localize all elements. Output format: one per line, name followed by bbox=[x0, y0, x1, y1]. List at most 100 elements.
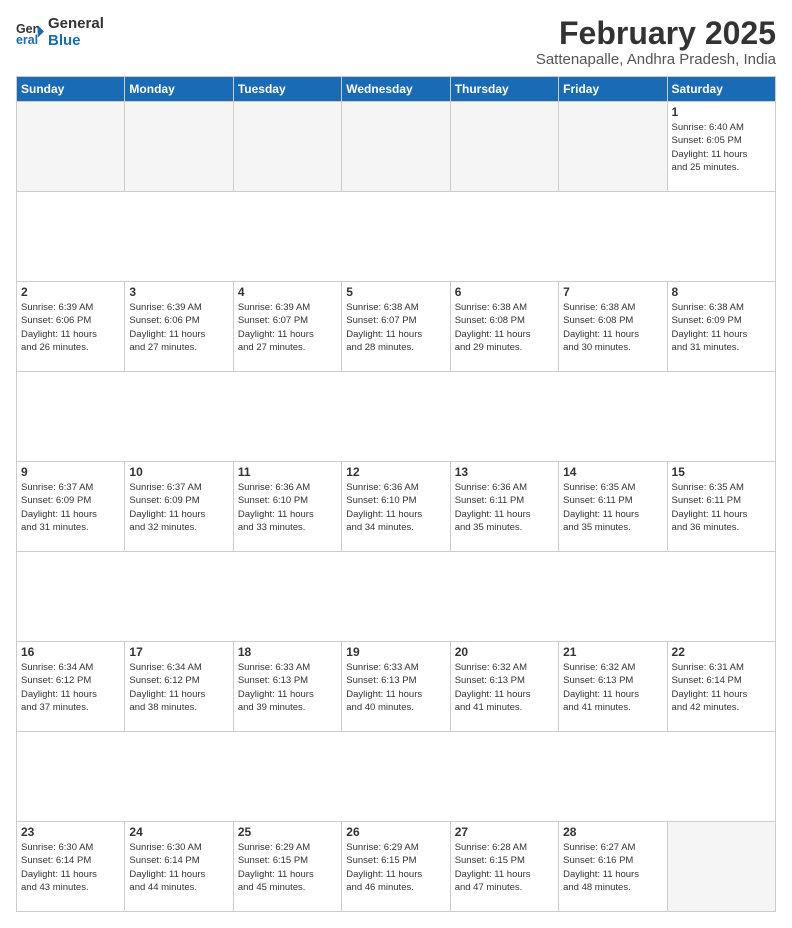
calendar-cell: 2 Sunrise: 6:39 AM Sunset: 6:06 PM Daylig… bbox=[17, 282, 125, 372]
calendar-cell: 27Sunrise: 6:28 AM Sunset: 6:15 PM Dayli… bbox=[450, 822, 558, 912]
calendar-cell bbox=[559, 102, 667, 192]
logo-icon: Gen eral bbox=[16, 19, 44, 47]
day-number: 22 bbox=[672, 645, 771, 659]
day-number: 17 bbox=[129, 645, 228, 659]
calendar-cell: 8 Sunrise: 6:38 AM Sunset: 6:09 PM Daylig… bbox=[667, 282, 775, 372]
logo: Gen eral General Blue bbox=[16, 16, 104, 49]
calendar-cell: 21 Sunrise: 6:32 AM Sunset: 6:13 PM Dayli… bbox=[559, 642, 667, 732]
calendar-cell: 1 Sunrise: 6:40 AM Sunset: 6:05 PM Daylig… bbox=[667, 102, 775, 192]
day-info: Sunrise: 6:32 AM Sunset: 6:13 PM Dayligh… bbox=[563, 661, 662, 714]
calendar-cell: 7 Sunrise: 6:38 AM Sunset: 6:08 PM Daylig… bbox=[559, 282, 667, 372]
day-info: Sunrise: 6:31 AM Sunset: 6:14 PM Dayligh… bbox=[672, 661, 771, 714]
day-number: 14 bbox=[563, 465, 662, 479]
calendar-cell: 3 Sunrise: 6:39 AM Sunset: 6:06 PM Daylig… bbox=[125, 282, 233, 372]
calendar-cell: 26Sunrise: 6:29 AM Sunset: 6:15 PM Dayli… bbox=[342, 822, 450, 912]
calendar-cell bbox=[17, 102, 125, 192]
day-info: Sunrise: 6:34 AM Sunset: 6:12 PM Dayligh… bbox=[21, 661, 120, 714]
day-number: 24 bbox=[129, 825, 228, 839]
header-saturday: Saturday bbox=[667, 77, 775, 102]
day-number: 10 bbox=[129, 465, 228, 479]
calendar-cell: 22 Sunrise: 6:31 AM Sunset: 6:14 PM Dayli… bbox=[667, 642, 775, 732]
calendar-cell: 5 Sunrise: 6:38 AM Sunset: 6:07 PM Daylig… bbox=[342, 282, 450, 372]
calendar-week-3: 16 Sunrise: 6:34 AM Sunset: 6:12 PM Dayli… bbox=[17, 642, 776, 732]
logo-line2: Blue bbox=[48, 33, 104, 50]
day-info: Sunrise: 6:33 AM Sunset: 6:13 PM Dayligh… bbox=[238, 661, 337, 714]
header: Gen eral General Blue February 2025 Satt… bbox=[16, 16, 776, 68]
day-number: 21 bbox=[563, 645, 662, 659]
calendar-cell: 20Sunrise: 6:32 AM Sunset: 6:13 PM Dayli… bbox=[450, 642, 558, 732]
day-number: 1 bbox=[672, 105, 771, 119]
calendar-cell bbox=[233, 102, 341, 192]
logo-line1: General bbox=[48, 16, 104, 33]
day-number: 8 bbox=[672, 285, 771, 299]
day-number: 23 bbox=[21, 825, 120, 839]
day-number: 9 bbox=[21, 465, 120, 479]
day-info: Sunrise: 6:38 AM Sunset: 6:08 PM Dayligh… bbox=[455, 301, 554, 354]
location-title: Sattenapalle, Andhra Pradesh, India bbox=[536, 51, 776, 68]
day-number: 16 bbox=[21, 645, 120, 659]
svg-text:eral: eral bbox=[16, 32, 38, 46]
day-info: Sunrise: 6:28 AM Sunset: 6:15 PM Dayligh… bbox=[455, 841, 554, 894]
day-number: 5 bbox=[346, 285, 445, 299]
day-info: Sunrise: 6:29 AM Sunset: 6:15 PM Dayligh… bbox=[346, 841, 445, 894]
day-number: 4 bbox=[238, 285, 337, 299]
calendar-header-row: SundayMondayTuesdayWednesdayThursdayFrid… bbox=[17, 77, 776, 102]
calendar-week-2: 9 Sunrise: 6:37 AM Sunset: 6:09 PM Daylig… bbox=[17, 462, 776, 552]
calendar-cell bbox=[125, 102, 233, 192]
day-number: 11 bbox=[238, 465, 337, 479]
calendar-week-0: 1 Sunrise: 6:40 AM Sunset: 6:05 PM Daylig… bbox=[17, 102, 776, 192]
day-info: Sunrise: 6:36 AM Sunset: 6:11 PM Dayligh… bbox=[455, 481, 554, 534]
day-number: 25 bbox=[238, 825, 337, 839]
calendar-cell: 14 Sunrise: 6:35 AM Sunset: 6:11 PM Dayli… bbox=[559, 462, 667, 552]
day-info: Sunrise: 6:29 AM Sunset: 6:15 PM Dayligh… bbox=[238, 841, 337, 894]
title-area: February 2025 Sattenapalle, Andhra Prade… bbox=[536, 16, 776, 68]
day-info: Sunrise: 6:35 AM Sunset: 6:11 PM Dayligh… bbox=[672, 481, 771, 534]
day-info: Sunrise: 6:39 AM Sunset: 6:07 PM Dayligh… bbox=[238, 301, 337, 354]
calendar-cell: 25 Sunrise: 6:29 AM Sunset: 6:15 PM Dayli… bbox=[233, 822, 341, 912]
header-wednesday: Wednesday bbox=[342, 77, 450, 102]
calendar-cell: 11Sunrise: 6:36 AM Sunset: 6:10 PM Dayli… bbox=[233, 462, 341, 552]
calendar: SundayMondayTuesdayWednesdayThursdayFrid… bbox=[16, 76, 776, 912]
day-info: Sunrise: 6:35 AM Sunset: 6:11 PM Dayligh… bbox=[563, 481, 662, 534]
day-number: 15 bbox=[672, 465, 771, 479]
day-number: 19 bbox=[346, 645, 445, 659]
day-info: Sunrise: 6:40 AM Sunset: 6:05 PM Dayligh… bbox=[672, 121, 771, 174]
day-number: 13 bbox=[455, 465, 554, 479]
calendar-cell: 12Sunrise: 6:36 AM Sunset: 6:10 PM Dayli… bbox=[342, 462, 450, 552]
calendar-cell: 16 Sunrise: 6:34 AM Sunset: 6:12 PM Dayli… bbox=[17, 642, 125, 732]
week-spacer bbox=[17, 552, 776, 642]
calendar-cell: 9Sunrise: 6:37 AM Sunset: 6:09 PM Daylig… bbox=[17, 462, 125, 552]
day-info: Sunrise: 6:30 AM Sunset: 6:14 PM Dayligh… bbox=[129, 841, 228, 894]
day-number: 7 bbox=[563, 285, 662, 299]
calendar-cell: 10 Sunrise: 6:37 AM Sunset: 6:09 PM Dayli… bbox=[125, 462, 233, 552]
day-info: Sunrise: 6:30 AM Sunset: 6:14 PM Dayligh… bbox=[21, 841, 120, 894]
calendar-cell: 28 Sunrise: 6:27 AM Sunset: 6:16 PM Dayli… bbox=[559, 822, 667, 912]
day-info: Sunrise: 6:39 AM Sunset: 6:06 PM Dayligh… bbox=[129, 301, 228, 354]
day-number: 28 bbox=[563, 825, 662, 839]
day-number: 18 bbox=[238, 645, 337, 659]
day-number: 20 bbox=[455, 645, 554, 659]
day-info: Sunrise: 6:38 AM Sunset: 6:07 PM Dayligh… bbox=[346, 301, 445, 354]
day-info: Sunrise: 6:27 AM Sunset: 6:16 PM Dayligh… bbox=[563, 841, 662, 894]
calendar-week-1: 2 Sunrise: 6:39 AM Sunset: 6:06 PM Daylig… bbox=[17, 282, 776, 372]
calendar-cell bbox=[667, 822, 775, 912]
calendar-cell bbox=[450, 102, 558, 192]
week-spacer bbox=[17, 192, 776, 282]
day-info: Sunrise: 6:33 AM Sunset: 6:13 PM Dayligh… bbox=[346, 661, 445, 714]
day-info: Sunrise: 6:36 AM Sunset: 6:10 PM Dayligh… bbox=[346, 481, 445, 534]
calendar-cell: 17Sunrise: 6:34 AM Sunset: 6:12 PM Dayli… bbox=[125, 642, 233, 732]
day-info: Sunrise: 6:38 AM Sunset: 6:09 PM Dayligh… bbox=[672, 301, 771, 354]
week-spacer bbox=[17, 372, 776, 462]
calendar-cell: 19 Sunrise: 6:33 AM Sunset: 6:13 PM Dayli… bbox=[342, 642, 450, 732]
calendar-week-4: 23 Sunrise: 6:30 AM Sunset: 6:14 PM Dayli… bbox=[17, 822, 776, 912]
calendar-cell: 18 Sunrise: 6:33 AM Sunset: 6:13 PM Dayli… bbox=[233, 642, 341, 732]
calendar-cell: 13 Sunrise: 6:36 AM Sunset: 6:11 PM Dayli… bbox=[450, 462, 558, 552]
day-number: 3 bbox=[129, 285, 228, 299]
day-number: 2 bbox=[21, 285, 120, 299]
day-info: Sunrise: 6:39 AM Sunset: 6:06 PM Dayligh… bbox=[21, 301, 120, 354]
day-info: Sunrise: 6:37 AM Sunset: 6:09 PM Dayligh… bbox=[129, 481, 228, 534]
day-info: Sunrise: 6:38 AM Sunset: 6:08 PM Dayligh… bbox=[563, 301, 662, 354]
month-title: February 2025 bbox=[536, 16, 776, 51]
calendar-cell: 4 Sunrise: 6:39 AM Sunset: 6:07 PM Daylig… bbox=[233, 282, 341, 372]
week-spacer bbox=[17, 732, 776, 822]
